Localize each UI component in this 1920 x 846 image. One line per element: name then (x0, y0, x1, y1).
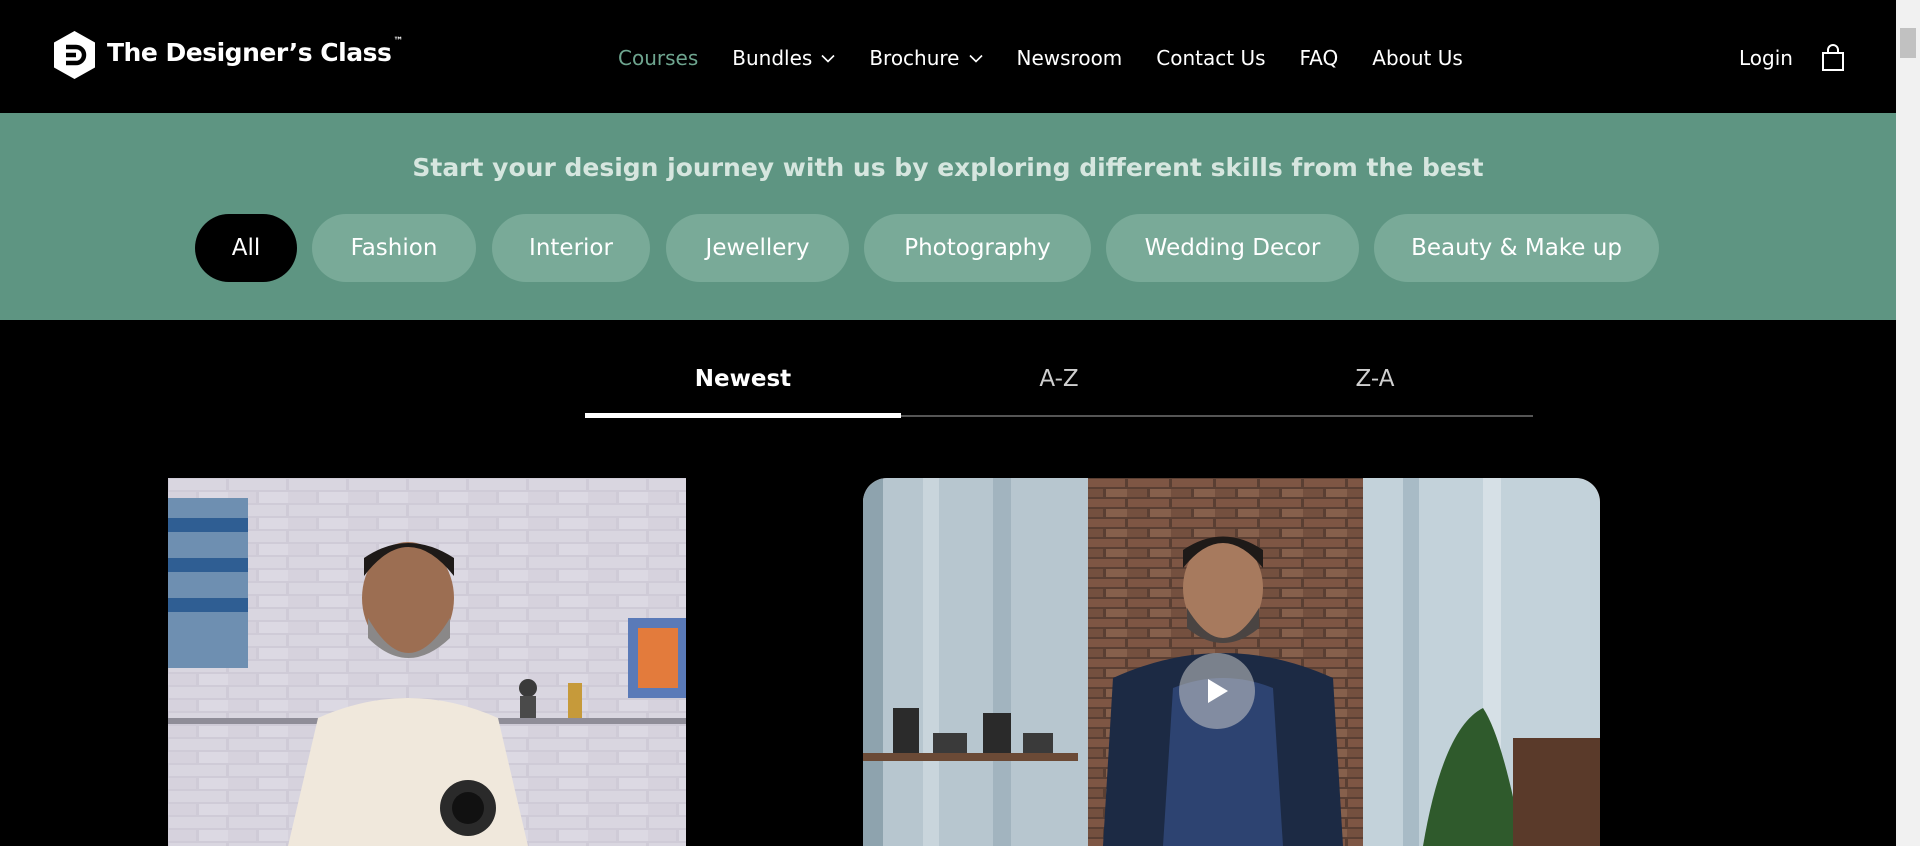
scrollbar-thumb[interactable] (1900, 28, 1916, 58)
page-scrollbar[interactable] (1896, 0, 1920, 846)
brand-logo[interactable]: The Designer’s Class ™ (52, 30, 403, 80)
designers-class-logo-icon (54, 31, 95, 79)
brand-name: The Designer’s Class ™ (107, 35, 403, 67)
chip-wedding-decor[interactable]: Wedding Decor (1106, 214, 1359, 282)
chip-photography[interactable]: Photography (864, 214, 1091, 282)
chip-fashion[interactable]: Fashion (312, 214, 476, 282)
active-tab-indicator (585, 413, 901, 418)
nav-contact-us[interactable]: Contact Us (1156, 46, 1265, 70)
login-link[interactable]: Login (1739, 46, 1793, 70)
nav-about-us[interactable]: About Us (1372, 46, 1463, 70)
main-nav: Courses Bundles Brochure Newsroom Contac… (618, 46, 1497, 70)
nav-newsroom[interactable]: Newsroom (1017, 46, 1123, 70)
chip-all[interactable]: All (195, 214, 297, 282)
course-card[interactable] (168, 478, 686, 846)
chip-jewellery[interactable]: Jewellery (666, 214, 849, 282)
nav-brochure[interactable]: Brochure (869, 46, 983, 70)
tab-a-z[interactable]: A-Z (901, 366, 1217, 392)
chip-beauty-make-up[interactable]: Beauty & Make up (1374, 214, 1659, 282)
tab-z-a[interactable]: Z-A (1217, 366, 1533, 392)
nav-bundles[interactable]: Bundles (732, 46, 835, 70)
category-heading: Start your design journey with us by exp… (412, 153, 1484, 182)
sort-tabs: Newest A-Z Z-A (585, 320, 1533, 418)
chip-interior[interactable]: Interior (492, 214, 650, 282)
play-icon (1208, 679, 1228, 703)
course-video-card[interactable] (863, 478, 1600, 846)
chevron-down-icon (821, 54, 835, 63)
nav-courses[interactable]: Courses (618, 46, 698, 70)
tab-newest[interactable]: Newest (585, 366, 901, 392)
shopping-bag-icon[interactable] (1821, 44, 1845, 72)
site-header: The Designer’s Class ™ Courses Bundles Br… (0, 0, 1896, 113)
play-button[interactable] (1179, 653, 1255, 729)
instructor-with-camera-photo (168, 478, 686, 846)
category-filter-band: Start your design journey with us by exp… (0, 113, 1896, 320)
chevron-down-icon (968, 54, 983, 63)
nav-faq[interactable]: FAQ (1300, 46, 1339, 70)
